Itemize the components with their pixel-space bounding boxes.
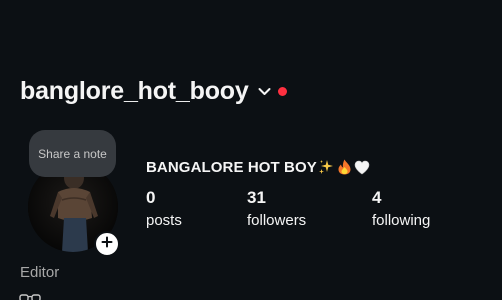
posts-count: 0 [146, 188, 156, 207]
profile-category: Editor [20, 264, 60, 281]
following-count: 4 [372, 188, 382, 207]
display-name: BANGALORE HOT BOY [146, 158, 317, 176]
glasses-icon [19, 290, 41, 300]
white-heart-icon [354, 159, 371, 176]
username-switcher[interactable]: banglore_hot_booy [20, 74, 287, 108]
stat-following[interactable]: 4 following [372, 188, 430, 231]
bio-name-row: BANGALORE HOT BOY [146, 157, 371, 177]
stat-posts[interactable]: 0 posts [146, 188, 182, 231]
stat-followers[interactable]: 31 followers [247, 188, 306, 231]
following-label: following [372, 212, 431, 229]
profile-page: banglore_hot_booy Share a note BANGALORE… [0, 0, 502, 300]
fire-icon [336, 159, 353, 176]
add-story-button[interactable] [94, 231, 120, 257]
chevron-down-icon[interactable] [258, 84, 272, 98]
followers-count: 31 [247, 188, 266, 207]
followers-label: followers [247, 212, 307, 229]
note-prompt: Share a note [38, 146, 107, 161]
notification-dot [277, 86, 287, 96]
plus-icon [101, 235, 113, 253]
posts-label: posts [146, 212, 182, 229]
sparkles-icon [318, 159, 335, 176]
username[interactable]: banglore_hot_booy [20, 74, 249, 108]
share-note-bubble[interactable]: Share a note [29, 130, 116, 177]
